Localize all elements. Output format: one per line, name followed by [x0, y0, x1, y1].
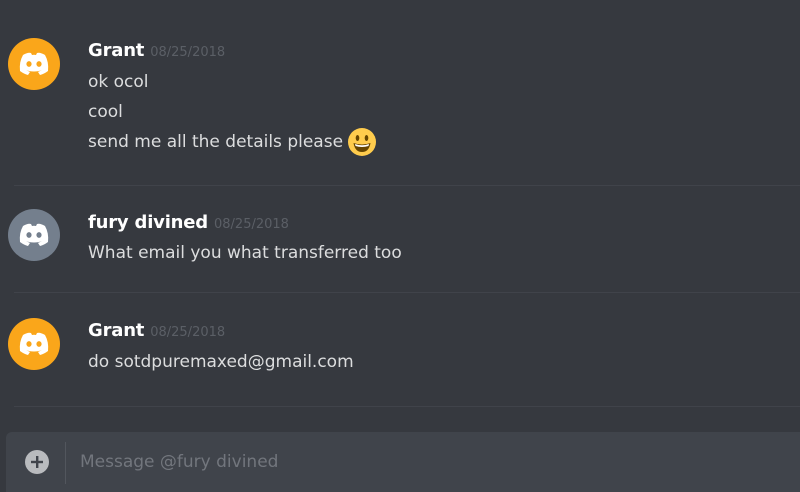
message-divider: [14, 185, 800, 186]
grinning-face-emoji: [348, 128, 377, 156]
message-divider: [14, 406, 800, 407]
message-text: ok ocol: [88, 72, 149, 92]
chat-window: Grant 08/25/2018 ok ocol cool send me all…: [0, 0, 800, 492]
message-header: fury divined 08/25/2018: [88, 212, 289, 233]
message-header: Grant 08/25/2018: [88, 40, 225, 61]
attach-button[interactable]: [25, 450, 49, 474]
timestamp: 08/25/2018: [214, 217, 289, 232]
message-text: do sotdpuremaxed@gmail.com: [88, 352, 354, 372]
message-line: send me all the details please: [88, 126, 377, 158]
user-avatar[interactable]: [8, 38, 60, 90]
username[interactable]: Grant: [88, 320, 144, 341]
timestamp: 08/25/2018: [150, 325, 226, 340]
discord-logo-icon: [19, 52, 49, 75]
username[interactable]: Grant: [88, 40, 144, 61]
plus-circle-icon: [31, 456, 43, 468]
message-divider: [14, 292, 800, 293]
timestamp: 08/25/2018: [150, 45, 226, 60]
user-avatar[interactable]: [8, 209, 60, 261]
message-text: cool: [88, 102, 123, 122]
discord-logo-icon: [19, 223, 49, 246]
composer-separator: [65, 442, 66, 484]
message-text: send me all the details please: [88, 132, 344, 152]
message-composer: [6, 432, 800, 492]
username[interactable]: fury divined: [88, 212, 208, 233]
message-header: Grant 08/25/2018: [88, 320, 225, 341]
discord-logo-icon: [19, 332, 49, 355]
message-text: What email you what transferred too: [88, 243, 402, 263]
message-input[interactable]: [80, 446, 780, 478]
user-avatar[interactable]: [8, 318, 60, 370]
